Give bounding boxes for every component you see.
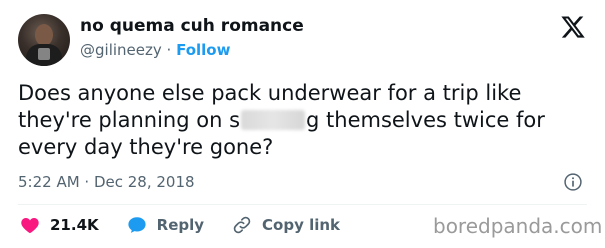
handle-line: @gilineezy · Follow — [80, 41, 230, 59]
info-icon[interactable] — [563, 172, 583, 192]
action-bar: 21.4K Reply Copy link — [20, 213, 368, 237]
heart-icon — [21, 218, 39, 234]
handle[interactable]: @gilineezy — [80, 41, 162, 59]
tweet-text: Does anyone else pack underwear for a tr… — [18, 80, 593, 161]
x-logo-icon[interactable] — [560, 14, 586, 40]
like-count: 21.4K — [50, 216, 99, 234]
like-button[interactable]: 21.4K — [20, 216, 99, 234]
reply-button[interactable]: Reply — [127, 216, 204, 234]
avatar[interactable] — [18, 14, 70, 66]
display-name[interactable]: no quema cuh romance — [80, 16, 304, 36]
copy-link-label: Copy link — [262, 216, 341, 234]
redacted-word-blur — [241, 110, 306, 130]
divider — [18, 204, 587, 205]
copy-link-button[interactable]: Copy link — [232, 215, 340, 235]
reply-icon — [128, 217, 146, 233]
follow-button[interactable]: Follow — [176, 41, 230, 59]
link-icon — [233, 216, 251, 234]
reply-label: Reply — [156, 216, 205, 234]
tweet-timestamp[interactable]: 5:22 AM · Dec 28, 2018 — [18, 173, 195, 191]
watermark: boredpanda.com — [433, 214, 603, 238]
avatar-head — [35, 24, 53, 46]
avatar-shirt-print — [38, 48, 50, 60]
handle-separator: · — [161, 41, 177, 59]
